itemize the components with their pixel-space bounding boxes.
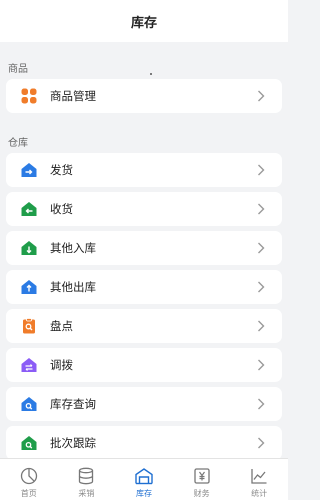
pie-chart-icon — [19, 466, 39, 486]
tab-label: 统计 — [251, 489, 268, 498]
row-label: 批次跟踪 — [50, 436, 96, 450]
tab-statistics[interactable]: 统计 — [230, 459, 288, 500]
chevron-right-icon — [254, 319, 268, 333]
page-title: 库存 — [130, 15, 157, 31]
house-arrow-right-icon — [20, 161, 38, 179]
row-stocktake[interactable]: 盘点 — [6, 309, 282, 343]
tab-inventory[interactable]: 库存 — [115, 459, 173, 500]
chevron-right-icon — [254, 202, 268, 216]
row-other-out[interactable]: 其他出库 — [6, 270, 282, 304]
house-search-icon — [20, 395, 38, 413]
row-batch-tracking[interactable]: 批次跟踪 — [6, 426, 282, 460]
section-label-goods: 商品 — [8, 64, 28, 75]
tab-label: 财务 — [193, 489, 210, 498]
chevron-right-icon — [254, 280, 268, 294]
grid-icon — [20, 87, 38, 105]
page-header: 库存 — [0, 0, 288, 42]
decorative-dot — [150, 73, 152, 75]
tab-label: 首页 — [20, 489, 37, 498]
tab-label: 库存 — [135, 489, 152, 498]
bottom-tab-bar: 首页 采销 库存 财务 统计 — [0, 458, 288, 500]
row-transfer[interactable]: 调拨 — [6, 348, 282, 382]
row-label: 盘点 — [50, 319, 73, 333]
warehouse-icon — [134, 466, 154, 486]
row-label: 商品管理 — [50, 89, 96, 103]
chevron-right-icon — [254, 89, 268, 103]
row-label: 其他出库 — [50, 280, 96, 294]
chevron-right-icon — [254, 163, 268, 177]
tab-label: 采销 — [78, 489, 95, 498]
house-arrow-down-icon — [20, 239, 38, 257]
chevron-right-icon — [254, 241, 268, 255]
row-other-in[interactable]: 其他入库 — [6, 231, 282, 265]
tab-finance[interactable]: 财务 — [173, 459, 231, 500]
section-label-warehouse: 仓库 — [8, 138, 28, 149]
house-arrow-up-icon — [20, 278, 38, 296]
chevron-right-icon — [254, 358, 268, 372]
clipboard-search-icon — [20, 317, 38, 335]
row-label: 发货 — [50, 163, 73, 177]
row-label: 其他入库 — [50, 241, 96, 255]
house-transfer-icon — [20, 356, 38, 374]
row-label: 调拨 — [50, 358, 73, 372]
row-ship[interactable]: 发货 — [6, 153, 282, 187]
chevron-right-icon — [254, 397, 268, 411]
row-label: 收货 — [50, 202, 73, 216]
row-goods-management[interactable]: 商品管理 — [6, 79, 282, 113]
line-chart-icon — [249, 466, 269, 486]
database-icon — [76, 466, 96, 486]
house-arrow-left-icon — [20, 200, 38, 218]
chevron-right-icon — [254, 436, 268, 450]
yen-doc-icon — [192, 466, 212, 486]
tab-sales-purchase[interactable]: 采销 — [58, 459, 116, 500]
tab-home[interactable]: 首页 — [0, 459, 58, 500]
house-search-icon — [20, 434, 38, 452]
row-receive[interactable]: 收货 — [6, 192, 282, 226]
row-label: 库存查询 — [50, 397, 96, 411]
row-stock-query[interactable]: 库存查询 — [6, 387, 282, 421]
